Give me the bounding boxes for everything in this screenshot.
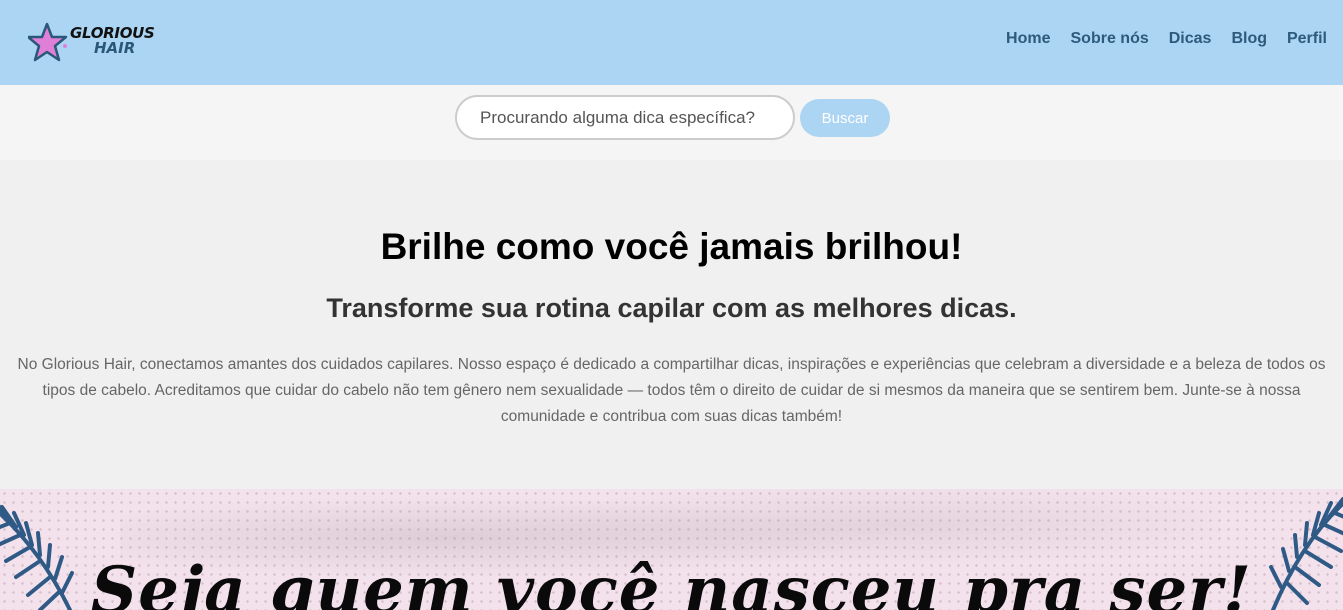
search-bar: Buscar — [0, 85, 1343, 160]
logo-wordmark: GLORIOUS HAIR — [70, 26, 155, 56]
hero-description: No Glorious Hair, conectamos amantes dos… — [17, 356, 1326, 425]
hero-section: Brilhe como você jamais brilhou! Transfo… — [0, 160, 1343, 489]
search-input[interactable] — [455, 95, 795, 140]
nav-perfil[interactable]: Perfil — [1287, 30, 1327, 48]
star-icon — [28, 22, 68, 62]
banner-title: Seja quem você nasceu pra ser! — [91, 553, 1252, 610]
hero-title: Brilhe como você jamais brilhou! — [380, 226, 963, 267]
nav-sobre-nos[interactable]: Sobre nós — [1071, 30, 1149, 48]
hero-subtitle: Transforme sua rotina capilar com as mel… — [326, 293, 1017, 323]
site-logo[interactable]: GLORIOUS HAIR — [28, 22, 168, 64]
banner-section: Seja quem você nasceu pra ser! — [0, 489, 1343, 610]
logo-line-2: HAIR — [94, 39, 136, 57]
main-nav: Home Sobre nós Dicas Blog Perfil — [1006, 30, 1327, 48]
nav-blog[interactable]: Blog — [1231, 30, 1267, 48]
site-header: GLORIOUS HAIR Home Sobre nós Dicas Blog … — [0, 0, 1343, 85]
nav-home[interactable]: Home — [1006, 30, 1050, 48]
search-button[interactable]: Buscar — [800, 99, 890, 137]
nav-dicas[interactable]: Dicas — [1169, 30, 1212, 48]
